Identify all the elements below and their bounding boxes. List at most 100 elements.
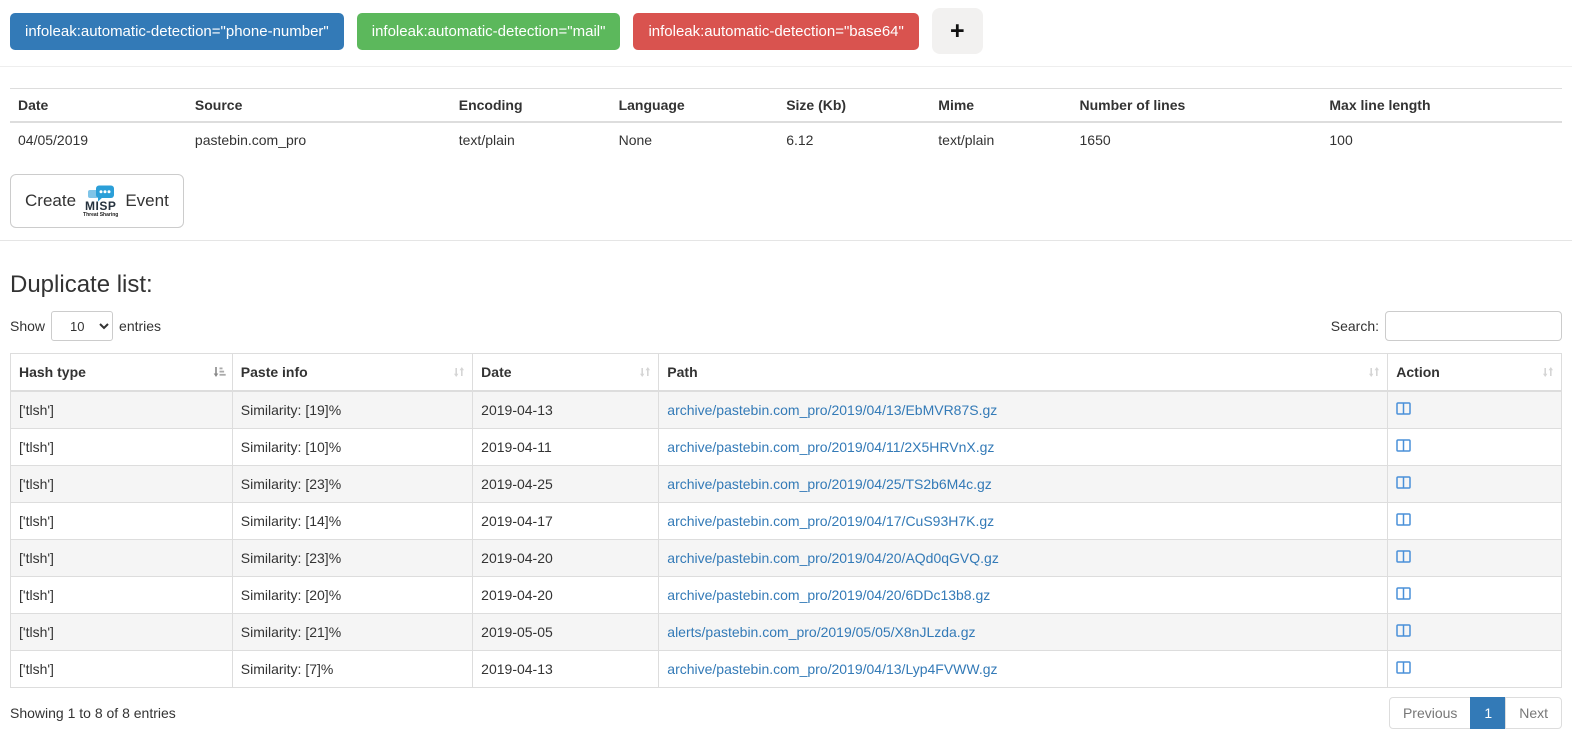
search-control: Search: [1331, 311, 1562, 341]
page-length-select[interactable]: 10 [51, 311, 113, 341]
paste-metadata-table: Date Source Encoding Language Size (Kb) … [10, 88, 1562, 158]
open-duplicate-button[interactable] [1396, 513, 1411, 526]
datatable-controls: Show 10 entries Search: [10, 311, 1562, 341]
tags-row: infoleak:automatic-detection="phone-numb… [10, 8, 1562, 54]
hash-type-cell: ['tlsh'] [11, 503, 233, 540]
open-duplicate-button[interactable] [1396, 587, 1411, 600]
path-cell: archive/pastebin.com_pro/2019/04/13/Lyp4… [659, 651, 1388, 688]
open-duplicate-button[interactable] [1396, 550, 1411, 563]
duplicate-table: Hash type Paste info [10, 353, 1562, 688]
table-info: Showing 1 to 8 of 8 entries [10, 705, 176, 721]
action-cell [1388, 503, 1562, 540]
meta-header-mime: Mime [930, 89, 1071, 123]
search-label: Search: [1331, 318, 1379, 334]
path-link[interactable]: archive/pastebin.com_pro/2019/04/13/Lyp4… [667, 661, 997, 677]
path-link[interactable]: archive/pastebin.com_pro/2019/04/11/2X5H… [667, 439, 994, 455]
open-duplicate-button[interactable] [1396, 439, 1411, 452]
show-label: Show [10, 318, 45, 334]
columns-icon [1396, 661, 1411, 674]
pagination-next[interactable]: Next [1506, 697, 1562, 729]
misp-logo-text: MISP [85, 200, 116, 212]
path-cell: archive/pastebin.com_pro/2019/04/20/AQd0… [659, 540, 1388, 577]
create-label-suffix: Event [125, 191, 168, 211]
sort-both-icon [1541, 365, 1555, 379]
columns-icon [1396, 624, 1411, 637]
col-header-label: Paste info [241, 364, 308, 380]
path-link[interactable]: alerts/pastebin.com_pro/2019/05/05/X8nJL… [667, 624, 975, 640]
pagination-page-1-label[interactable]: 1 [1470, 697, 1506, 729]
action-cell [1388, 614, 1562, 651]
table-row: ['tlsh'] Similarity: [7]% 2019-04-13 arc… [11, 651, 1562, 688]
col-header-paste-info[interactable]: Paste info [232, 354, 472, 392]
columns-icon [1396, 439, 1411, 452]
meta-value-date: 04/05/2019 [10, 122, 187, 158]
action-cell [1388, 429, 1562, 466]
action-cell [1388, 651, 1562, 688]
open-duplicate-button[interactable] [1396, 476, 1411, 489]
path-cell: archive/pastebin.com_pro/2019/04/17/CuS9… [659, 503, 1388, 540]
columns-icon [1396, 550, 1411, 563]
hash-type-cell: ['tlsh'] [11, 614, 233, 651]
paste-info-cell: Similarity: [20]% [232, 577, 472, 614]
meta-value-max-line-length: 100 [1321, 122, 1562, 158]
date-cell: 2019-04-13 [473, 651, 659, 688]
open-duplicate-button[interactable] [1396, 661, 1411, 674]
meta-header-encoding: Encoding [451, 89, 611, 123]
add-tag-button[interactable]: + [932, 8, 983, 54]
pagination-next-label[interactable]: Next [1505, 697, 1562, 729]
paste-view-page: infoleak:automatic-detection="phone-numb… [0, 0, 1572, 739]
hash-type-cell: ['tlsh'] [11, 429, 233, 466]
col-header-action[interactable]: Action [1388, 354, 1562, 392]
col-header-label: Date [481, 364, 511, 380]
table-row: ['tlsh'] Similarity: [23]% 2019-04-25 ar… [11, 466, 1562, 503]
misp-chat-bubbles-logo: MISP Threat Sharing [83, 185, 118, 218]
pagination: Previous 1 Next [1389, 697, 1562, 729]
create-label-prefix: Create [25, 191, 76, 211]
action-cell [1388, 391, 1562, 429]
meta-header-source: Source [187, 89, 451, 123]
date-cell: 2019-04-20 [473, 577, 659, 614]
columns-icon [1396, 402, 1411, 415]
paste-info-cell: Similarity: [10]% [232, 429, 472, 466]
tag-phone-number[interactable]: infoleak:automatic-detection="phone-numb… [10, 13, 344, 50]
section-divider [0, 240, 1572, 241]
entries-label: entries [119, 318, 161, 334]
tag-base64[interactable]: infoleak:automatic-detection="base64" [633, 13, 918, 50]
col-header-label: Path [667, 364, 697, 380]
date-cell: 2019-04-17 [473, 503, 659, 540]
col-header-date[interactable]: Date [473, 354, 659, 392]
path-link[interactable]: archive/pastebin.com_pro/2019/04/20/AQd0… [667, 550, 999, 566]
path-cell: archive/pastebin.com_pro/2019/04/25/TS2b… [659, 466, 1388, 503]
paste-info-cell: Similarity: [19]% [232, 391, 472, 429]
col-header-hash-type[interactable]: Hash type [11, 354, 233, 392]
pagination-previous-label[interactable]: Previous [1389, 697, 1471, 729]
meta-header-lines: Number of lines [1072, 89, 1322, 123]
create-misp-event-button[interactable]: Create MISP Threat Sharing Event [10, 174, 184, 228]
tag-mail[interactable]: infoleak:automatic-detection="mail" [357, 13, 621, 50]
open-duplicate-button[interactable] [1396, 624, 1411, 637]
meta-value-source: pastebin.com_pro [187, 122, 451, 158]
paste-info-cell: Similarity: [7]% [232, 651, 472, 688]
plus-icon: + [950, 17, 965, 45]
pagination-page-1[interactable]: 1 [1471, 697, 1506, 729]
meta-header-language: Language [611, 89, 779, 123]
open-duplicate-button[interactable] [1396, 402, 1411, 415]
date-cell: 2019-05-05 [473, 614, 659, 651]
col-header-path[interactable]: Path [659, 354, 1388, 392]
path-link[interactable]: archive/pastebin.com_pro/2019/04/20/6DDc… [667, 587, 990, 603]
metadata-value-row: 04/05/2019 pastebin.com_pro text/plain N… [10, 122, 1562, 158]
meta-value-language: None [611, 122, 779, 158]
meta-header-max-line-length: Max line length [1321, 89, 1562, 123]
date-cell: 2019-04-20 [473, 540, 659, 577]
pagination-previous[interactable]: Previous [1389, 697, 1471, 729]
search-input[interactable] [1385, 311, 1562, 341]
duplicate-list-title: Duplicate list: [10, 271, 1562, 299]
meta-value-size: 6.12 [778, 122, 930, 158]
path-link[interactable]: archive/pastebin.com_pro/2019/04/17/CuS9… [667, 513, 994, 529]
path-link[interactable]: archive/pastebin.com_pro/2019/04/13/EbMV… [667, 402, 997, 418]
table-row: ['tlsh'] Similarity: [10]% 2019-04-11 ar… [11, 429, 1562, 466]
misp-logo-subtext: Threat Sharing [83, 213, 118, 218]
metadata-header-row: Date Source Encoding Language Size (Kb) … [10, 89, 1562, 123]
path-link[interactable]: archive/pastebin.com_pro/2019/04/25/TS2b… [667, 476, 992, 492]
meta-header-size: Size (Kb) [778, 89, 930, 123]
